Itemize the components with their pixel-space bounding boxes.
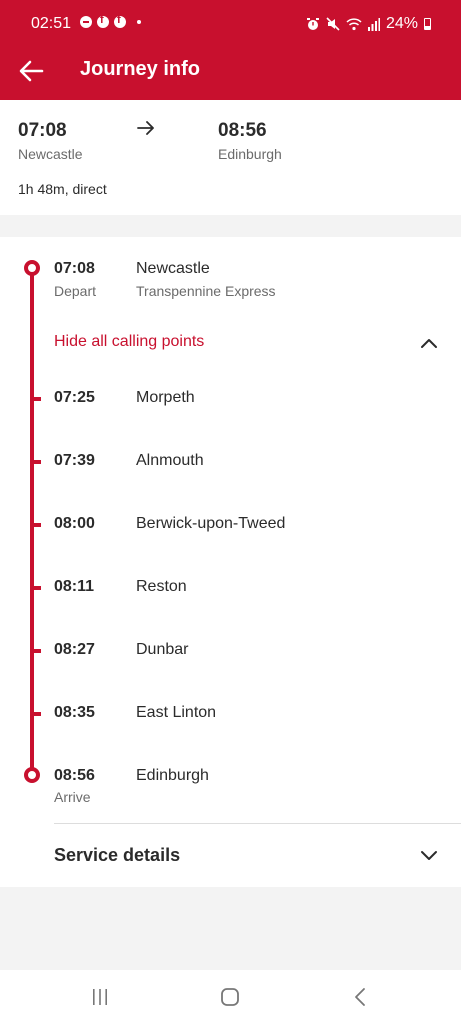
calling-point-station: Reston xyxy=(136,578,187,595)
origin-station: Newcastle xyxy=(136,260,210,277)
mute-icon xyxy=(326,17,340,31)
origin-label: Depart xyxy=(54,283,97,299)
stop-tick xyxy=(34,712,41,716)
divider xyxy=(54,823,461,824)
app: 02:51 f f 24% Journey info 07:08 Newcast… xyxy=(0,0,461,1024)
app-header: 02:51 f f 24% Journey info xyxy=(0,0,461,100)
stop-tick xyxy=(34,523,41,527)
route-line xyxy=(30,269,34,775)
alarm-icon xyxy=(306,18,319,30)
recent-apps-button[interactable] xyxy=(80,982,120,1012)
title-bar: Journey info xyxy=(0,48,461,92)
summary-arrive-time: 08:56 xyxy=(218,120,267,141)
calling-point-station: Dunbar xyxy=(136,641,189,658)
calling-point-station: Alnmouth xyxy=(136,452,204,469)
page-title: Journey info xyxy=(80,58,201,80)
stop-tick xyxy=(34,460,41,464)
destination-marker xyxy=(24,767,40,783)
calling-point-station: East Linton xyxy=(136,704,217,721)
calling-point-time: 07:25 xyxy=(54,389,95,406)
calling-point-time: 08:27 xyxy=(54,641,95,658)
status-time: 02:51 xyxy=(31,15,72,32)
operator-name: Transpennine Express xyxy=(136,283,276,299)
calling-point-time: 08:35 xyxy=(54,704,95,721)
hide-calling-points-link[interactable]: Hide all calling points xyxy=(54,333,204,351)
right-arrow-icon xyxy=(137,121,154,135)
collapse-calling-points-button[interactable] xyxy=(418,332,440,354)
do-not-disturb-icon xyxy=(80,16,92,28)
chevron-up-icon xyxy=(421,339,437,348)
journey-summary: 07:08 Newcastle 08:56 Edinburgh 1h 48m, … xyxy=(0,100,461,215)
facebook-icon xyxy=(114,14,126,28)
facebook-icon xyxy=(97,14,109,28)
summary-depart-time: 07:08 xyxy=(18,120,67,141)
destination-time: 08:56 xyxy=(54,767,95,784)
calling-point-time: 08:11 xyxy=(54,578,95,595)
more-notifications-icon xyxy=(137,20,141,24)
destination-station: Edinburgh xyxy=(136,767,209,784)
home-button[interactable] xyxy=(210,982,250,1012)
calling-point-station: Berwick-upon-Tweed xyxy=(136,515,286,532)
system-icons: 24% xyxy=(306,15,431,33)
nav-back-button[interactable] xyxy=(340,982,380,1012)
calling-point-station: Morpeth xyxy=(136,389,195,406)
origin-marker xyxy=(24,260,40,276)
stop-tick xyxy=(34,397,41,401)
calling-point-time: 08:00 xyxy=(54,515,95,532)
expand-service-details-button[interactable] xyxy=(418,845,440,867)
recent-apps-icon xyxy=(93,989,107,1005)
signal-icon xyxy=(367,18,380,31)
destination-label: Arrive xyxy=(54,789,91,805)
notification-icons xyxy=(80,14,141,28)
calling-point-time: 07:39 xyxy=(54,452,95,469)
home-icon xyxy=(221,988,239,1006)
summary-arrive-place: Edinburgh xyxy=(218,146,282,162)
service-details-toggle[interactable]: Service details xyxy=(54,845,180,866)
system-navigation-bar xyxy=(0,970,461,1024)
battery-percent: 24% xyxy=(385,15,418,32)
wifi-icon xyxy=(346,18,362,31)
back-button[interactable] xyxy=(14,54,48,88)
back-arrow-icon xyxy=(19,60,44,82)
status-bar: 02:51 f f 24% xyxy=(0,0,461,48)
chevron-down-icon xyxy=(421,851,437,860)
nav-back-icon xyxy=(355,988,365,1006)
summary-duration: 1h 48m, direct xyxy=(18,181,107,197)
stop-tick xyxy=(34,586,41,590)
summary-depart-place: Newcastle xyxy=(18,146,83,162)
battery-icon xyxy=(424,18,431,30)
journey-timeline: 07:08 Depart Newcastle Transpennine Expr… xyxy=(0,237,461,887)
origin-time: 07:08 xyxy=(54,260,95,277)
stop-tick xyxy=(34,649,41,653)
